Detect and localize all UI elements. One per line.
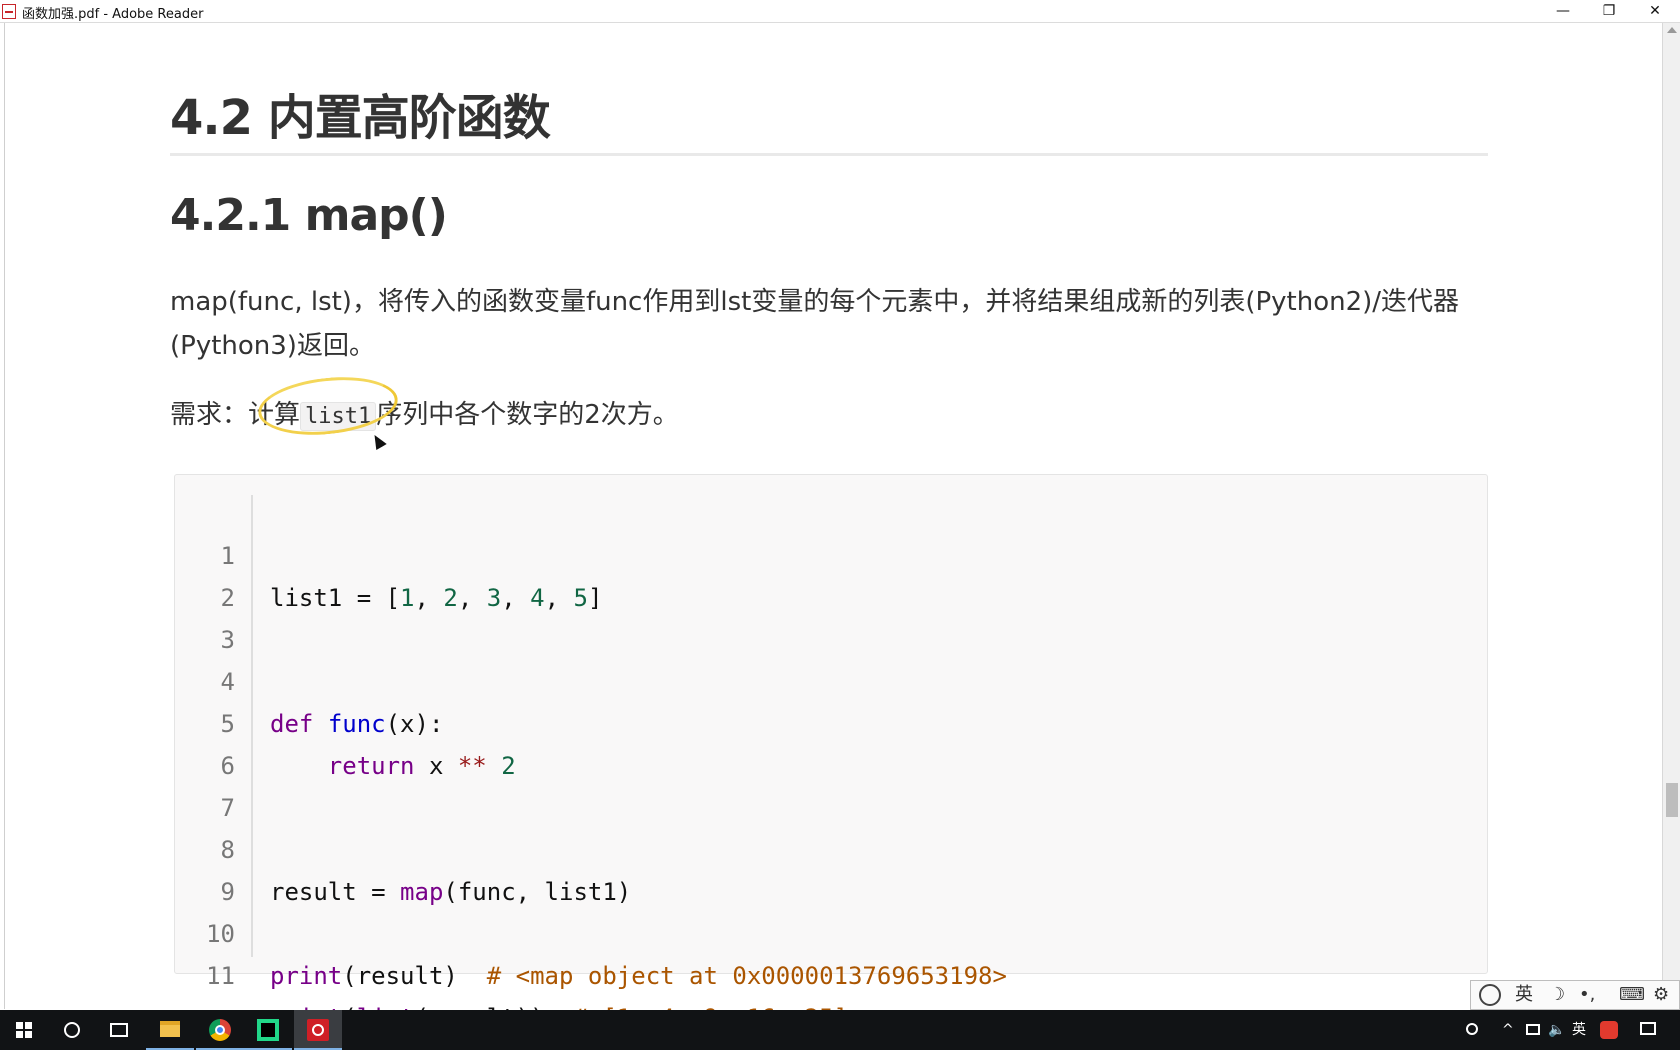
ime-punctuation-icon[interactable]: •, [1579, 981, 1595, 1009]
ime-language-toggle[interactable]: 英 [1515, 981, 1533, 1009]
gutter-divider [251, 495, 253, 957]
requirement-suffix: 序列中各个数字的2次方。 [376, 400, 679, 430]
code-line: 6 [175, 703, 235, 780]
restore-button[interactable]: ❐ [1586, 0, 1632, 22]
taskbar-adobe-reader[interactable] [294, 1010, 342, 1050]
code-line: 3 [175, 577, 235, 654]
code-text: list1 = [1, 2, 3, 4, 5] [270, 584, 603, 612]
window-title-bar: 函数加强.pdf - Adobe Reader — ❐ ✕ [0, 0, 1680, 23]
keyboard-icon[interactable]: ⌨ [1619, 981, 1645, 1009]
minimize-button[interactable]: — [1540, 0, 1586, 22]
code-line: 2 [175, 535, 235, 612]
code-block: 1 list1 = [1, 2, 3, 4, 5] 2 3 4 def func… [174, 474, 1488, 1032]
code-line: 10 print(result) # <map object at 0x0000… [175, 871, 1007, 990]
acrobat-reader-icon [307, 1019, 329, 1041]
adobe-reader-icon [2, 4, 16, 19]
close-button[interactable]: ✕ [1632, 0, 1678, 22]
code-line: 8 result = map(func, list1) [175, 787, 632, 906]
taskbar-pycharm[interactable] [244, 1010, 292, 1050]
taskbar-file-explorer[interactable] [146, 1010, 194, 1050]
file-explorer-icon [160, 1021, 180, 1037]
task-view-button[interactable] [96, 1010, 144, 1050]
code-line: 11 print(list(result)) # [1, 4, 9, 16, 2… [175, 913, 848, 1032]
ime-toolbar: 英 ☽ •, ⌨ ⚙ [1470, 980, 1680, 1010]
code-line: 9 [175, 829, 235, 906]
start-button[interactable] [0, 1010, 48, 1050]
windows-taskbar: ^ 🔈 英 [0, 1010, 1680, 1050]
code-line: 4 def func(x): [175, 619, 444, 738]
code-line: 5 return x ** 2 [175, 661, 516, 780]
cortana-search-icon [64, 1022, 80, 1038]
ime-fullwidth-icon[interactable]: ☽ [1549, 981, 1565, 1009]
code-text: def func(x): [270, 710, 444, 738]
code-line: 1 list1 = [1, 2, 3, 4, 5] [175, 493, 603, 612]
window-title: 函数加强.pdf - Adobe Reader [22, 7, 204, 22]
pycharm-icon [257, 1019, 279, 1041]
sogou-logo-icon[interactable] [1479, 984, 1501, 1006]
people-icon[interactable] [1464, 1010, 1480, 1050]
requirement-line: 需求：计算 list1 序列中各个数字的2次方。 [170, 394, 679, 431]
show-hidden-icons-chevron[interactable]: ^ [1502, 1010, 1514, 1050]
subsection-heading: 4.2.1 map() [170, 190, 448, 241]
code-text: return x ** 2 [327, 752, 516, 780]
vertical-scrollbar[interactable] [1662, 23, 1680, 1009]
task-view-icon [110, 1023, 128, 1037]
line-number: 11 [206, 962, 235, 990]
action-center-icon[interactable] [1640, 1010, 1658, 1050]
ime-settings-icon[interactable]: ⚙ [1653, 981, 1669, 1009]
section-heading: 4.2 内置高阶函数 [170, 90, 551, 146]
code-text: result = map(func, list1) [270, 878, 632, 906]
sogou-tray-icon[interactable] [1600, 1010, 1618, 1050]
heading-divider [170, 153, 1488, 156]
cortana-search-button[interactable] [48, 1010, 96, 1050]
taskbar-chrome[interactable] [196, 1010, 244, 1050]
scroll-up-arrow-icon[interactable] [1667, 27, 1677, 33]
code-line: 7 [175, 745, 235, 822]
volume-icon[interactable]: 🔈 [1548, 1010, 1565, 1050]
map-description-paragraph: map(func, lst)，将传入的函数变量func作用到lst变量的每个元素… [170, 287, 1460, 361]
network-icon[interactable] [1526, 1010, 1542, 1050]
input-language-indicator[interactable]: 英 [1572, 1010, 1586, 1050]
scroll-thumb[interactable] [1666, 783, 1678, 817]
windows-start-icon [16, 1022, 32, 1038]
chrome-icon [209, 1019, 231, 1041]
code-text: print(result) # <map object at 0x0000013… [270, 962, 1007, 990]
